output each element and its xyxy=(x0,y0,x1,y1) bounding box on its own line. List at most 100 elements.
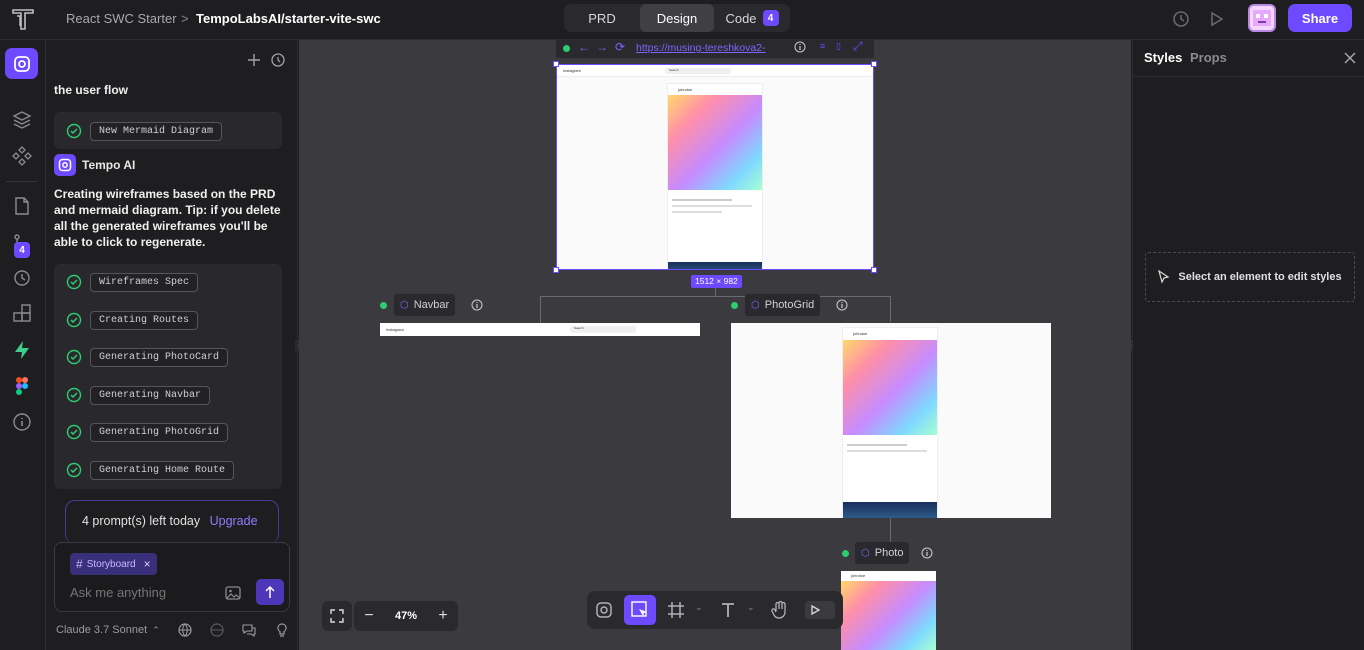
zoom-level: 47% xyxy=(394,610,418,622)
layers-icon[interactable] xyxy=(11,109,33,131)
left-rail: 4 xyxy=(0,40,46,650)
cursor-select-icon xyxy=(631,601,647,617)
resize-handle[interactable] xyxy=(871,267,877,273)
tempo-icon[interactable] xyxy=(593,599,615,621)
select-tool-button[interactable] xyxy=(624,595,656,625)
tab-code[interactable]: Code 4 xyxy=(714,4,790,32)
frame-label-photo[interactable]: ⬡ Photo xyxy=(855,542,910,564)
page-icon[interactable] xyxy=(11,195,33,217)
arrow-up-icon xyxy=(265,585,275,598)
zoom-controls: − 47% + xyxy=(354,601,458,631)
upgrade-link[interactable]: Upgrade xyxy=(210,514,258,528)
gradient-photo xyxy=(843,340,937,435)
chat-input[interactable] xyxy=(70,583,210,601)
text-tool-icon[interactable] xyxy=(717,599,739,621)
close-icon[interactable]: × xyxy=(144,557,151,571)
tab-props[interactable]: Props xyxy=(1190,50,1227,65)
zoom-out-button[interactable]: − xyxy=(354,607,384,625)
branch-count-badge: 4 xyxy=(14,242,30,258)
photo-frame[interactable]: johndoe xyxy=(841,571,936,650)
fit-screen-icon xyxy=(330,609,344,623)
check-circle-icon xyxy=(66,274,82,290)
lightbulb-icon[interactable] xyxy=(274,622,290,638)
tempo-ai-rail-button[interactable] xyxy=(5,48,38,79)
history-icon[interactable] xyxy=(11,267,33,289)
history-icon[interactable] xyxy=(1171,9,1191,29)
tempo-logo-icon[interactable] xyxy=(10,6,36,32)
mobile-icon[interactable]: ▯ xyxy=(836,41,841,52)
image-upload-icon[interactable] xyxy=(224,584,242,602)
chevron-down-icon[interactable]: ⌄ xyxy=(747,602,755,613)
send-button[interactable] xyxy=(256,579,284,605)
avatar[interactable] xyxy=(1248,4,1276,32)
info-icon[interactable] xyxy=(471,299,483,311)
step-item: Generating PhotoCard xyxy=(66,346,229,368)
forward-arrow-icon[interactable]: → xyxy=(596,40,608,54)
info-icon[interactable] xyxy=(921,547,933,559)
back-arrow-icon[interactable]: ← xyxy=(578,40,590,54)
component-icon: ⬡ xyxy=(400,299,409,311)
share-button[interactable]: Share xyxy=(1288,4,1352,32)
frame-icon: # xyxy=(76,557,83,571)
selected-page-frame[interactable]: Instagram Search johndoe xyxy=(556,64,874,270)
web-icon[interactable] xyxy=(209,622,225,638)
zoom-in-button[interactable]: + xyxy=(428,607,458,625)
play-icon xyxy=(811,604,821,616)
step-chip[interactable]: Generating PhotoCard xyxy=(90,347,229,367)
plus-icon[interactable] xyxy=(247,53,261,67)
hand-icon[interactable] xyxy=(769,599,791,621)
close-icon[interactable] xyxy=(1344,52,1356,64)
resize-handle[interactable] xyxy=(553,61,559,67)
step-chip[interactable]: Generating Navbar xyxy=(90,385,211,405)
mini-search: Search xyxy=(665,68,731,74)
expand-icon[interactable]: ⤢ xyxy=(853,40,863,54)
info-icon[interactable] xyxy=(836,299,848,311)
resize-handle[interactable] xyxy=(871,61,877,67)
menu-icon[interactable]: ≡ xyxy=(820,41,825,51)
photogrid-frame[interactable]: johndoe xyxy=(731,323,1051,518)
preview-toggle[interactable] xyxy=(805,601,835,619)
chat-bubbles-icon[interactable] xyxy=(241,622,257,638)
tab-design[interactable]: Design xyxy=(640,4,714,32)
cursor-icon xyxy=(1158,270,1170,284)
tab-prd[interactable]: PRD xyxy=(564,4,640,32)
mini-app-name: Instagram xyxy=(563,68,581,73)
play-icon[interactable] xyxy=(1206,9,1226,29)
frame-icon[interactable] xyxy=(665,599,687,621)
frame-url[interactable]: https://musing-tereshkova2- xyxy=(636,42,766,54)
check-circle-icon xyxy=(66,462,82,478)
design-canvas[interactable]: ← → ⟳ https://musing-tereshkova2- ≡ ▯ ⤢ … xyxy=(299,40,1131,650)
supabase-icon[interactable] xyxy=(11,339,33,361)
breadcrumb-project[interactable]: React SWC Starter xyxy=(66,11,177,26)
storyboard-chip[interactable]: # Storyboard × xyxy=(70,553,157,575)
model-selector[interactable]: Claude 3.7 Sonnet ⌃ xyxy=(56,624,160,636)
figma-icon[interactable] xyxy=(11,375,33,397)
step-chip[interactable]: Creating Routes xyxy=(90,310,199,330)
tab-styles[interactable]: Styles xyxy=(1144,50,1182,65)
resize-handle[interactable] xyxy=(553,267,559,273)
chevron-down-icon[interactable]: ⌄ xyxy=(695,602,703,613)
status-dot xyxy=(842,550,849,557)
frame-label-text: Navbar xyxy=(413,299,450,311)
refresh-icon[interactable]: ⟳ xyxy=(615,40,625,54)
frame-label-photogrid[interactable]: ⬡ PhotoGrid xyxy=(745,294,821,316)
globe-icon[interactable] xyxy=(177,622,193,638)
history-icon[interactable] xyxy=(270,52,286,68)
frame-browser-bar: ← → ⟳ https://musing-tereshkova2- ≡ ▯ ⤢ xyxy=(556,40,874,58)
frame-label-navbar[interactable]: ⬡ Navbar xyxy=(394,294,456,316)
prompts-left-text: 4 prompt(s) left today xyxy=(82,514,201,528)
step-group-wireframes: Wireframes Spec Creating Routes Generati… xyxy=(54,264,282,489)
app-window: React SWC Starter > TempoLabsAI/starter-… xyxy=(0,0,1364,650)
step-chip[interactable]: Generating PhotoGrid xyxy=(90,422,229,442)
step-chip[interactable]: Generating Home Route xyxy=(90,460,235,480)
step-chip[interactable]: Wireframes Spec xyxy=(90,272,199,292)
fit-screen-button[interactable] xyxy=(322,601,352,631)
breadcrumb-repo[interactable]: TempoLabsAI/starter-vite-swc xyxy=(196,11,381,26)
step-item: Wireframes Spec xyxy=(66,271,199,293)
step-chip[interactable]: New Mermaid Diagram xyxy=(90,121,223,141)
navbar-frame[interactable]: Instagram Search xyxy=(380,323,700,336)
info-icon[interactable] xyxy=(794,41,806,53)
components-icon[interactable] xyxy=(11,145,33,167)
blocks-icon[interactable] xyxy=(11,303,33,325)
info-icon[interactable] xyxy=(11,411,33,433)
